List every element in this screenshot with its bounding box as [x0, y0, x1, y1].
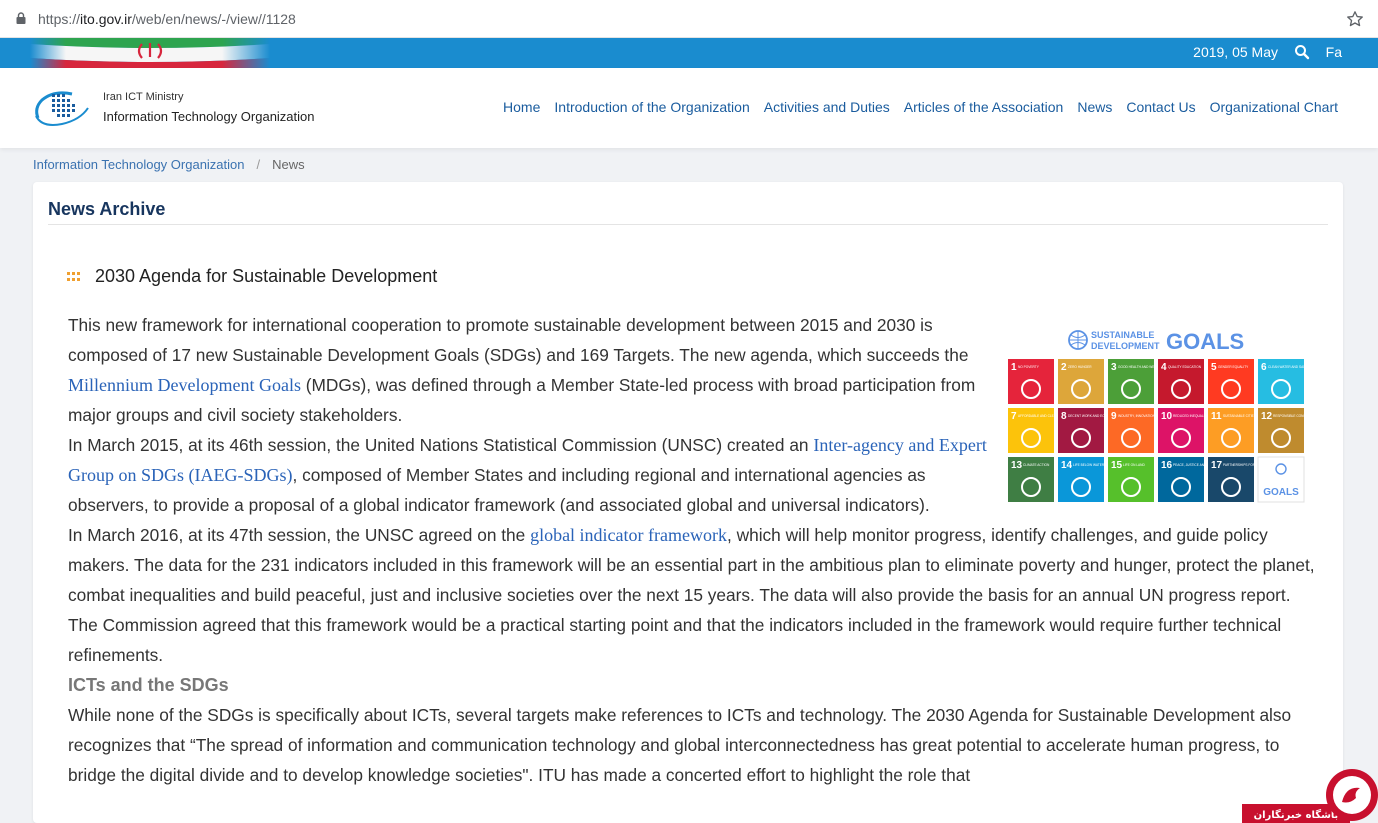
- breadcrumb-separator: /: [256, 157, 261, 172]
- breadcrumb-home[interactable]: Information Technology Organization: [33, 157, 245, 172]
- site-header: Iran ICT Ministry Information Technology…: [0, 68, 1378, 148]
- bullet-dots-icon: [67, 272, 80, 282]
- link-global-indicator-framework[interactable]: global indicator framework: [530, 525, 727, 545]
- section-heading-icts: ICTs and the SDGs: [68, 675, 229, 695]
- news-archive-card: News Archive 2030 Agenda for Sustainable…: [33, 182, 1343, 823]
- page-title: News Archive: [48, 199, 166, 219]
- language-switch-fa[interactable]: Fa: [1326, 44, 1342, 60]
- nav-home[interactable]: Home: [503, 99, 540, 115]
- search-icon[interactable]: [1294, 44, 1310, 60]
- url-path: /web/en/news/-/view//1128: [131, 11, 296, 27]
- yjc-watermark-logo: باشگاه خبرنگاران: [1242, 769, 1378, 823]
- nav-articles[interactable]: Articles of the Association: [904, 99, 1064, 115]
- iran-flag-banner: [30, 38, 270, 68]
- paragraph-4: While none of the SDGs is specifically a…: [68, 705, 1292, 785]
- logo-ministry-text: Iran ICT Ministry: [103, 91, 184, 103]
- nav-contact[interactable]: Contact Us: [1126, 99, 1195, 115]
- breadcrumb-current: News: [272, 157, 305, 172]
- url-field[interactable]: https://ito.gov.ir/web/en/news/-/view//1…: [38, 11, 296, 27]
- current-date: 2019, 05 May: [1193, 44, 1278, 60]
- nav-news[interactable]: News: [1077, 99, 1112, 115]
- link-mdgs[interactable]: Millennium Development Goals: [68, 375, 301, 395]
- article-title-text: 2030 Agenda for Sustainable Development: [95, 266, 438, 286]
- breadcrumb: Information Technology Organization / News: [33, 157, 305, 172]
- paragraph-3-text-a: In March 2016, at its 47th session, the …: [68, 525, 531, 545]
- article-body: This new framework for international coo…: [68, 310, 1318, 790]
- ito-logo-icon[interactable]: [32, 86, 92, 130]
- bookmark-star-icon[interactable]: [1346, 10, 1364, 28]
- logo-org-title[interactable]: Information Technology Organization: [103, 109, 315, 124]
- lock-icon: [16, 12, 26, 24]
- nav-org-chart[interactable]: Organizational Chart: [1210, 99, 1338, 115]
- url-prefix: https://: [38, 11, 81, 27]
- paragraph-1-text-a: This new framework for international coo…: [68, 315, 969, 365]
- browser-address-bar: https://ito.gov.ir/web/en/news/-/view//1…: [0, 0, 1378, 38]
- paragraph-2: In March 2015, at its 46th session, the …: [68, 430, 998, 520]
- paragraph-2-text-a: In March 2015, at its 46th session, the …: [68, 435, 814, 455]
- article-title: 2030 Agenda for Sustainable Development: [67, 266, 437, 287]
- paragraph-3-text-b: , which will help monitor progress, iden…: [68, 525, 1315, 665]
- main-nav: Home Introduction of the Organization Ac…: [489, 99, 1338, 115]
- paragraph-1: This new framework for international coo…: [68, 310, 998, 430]
- watermark-text: باشگاه خبرنگاران: [1254, 808, 1339, 821]
- top-bar: 2019, 05 May Fa: [0, 38, 1378, 68]
- nav-introduction[interactable]: Introduction of the Organization: [554, 99, 749, 115]
- url-host: ito.gov.ir: [80, 11, 132, 27]
- nav-activities[interactable]: Activities and Duties: [764, 99, 890, 115]
- paragraph-3: In March 2016, at its 47th session, the …: [68, 520, 1318, 670]
- title-divider: [48, 224, 1328, 225]
